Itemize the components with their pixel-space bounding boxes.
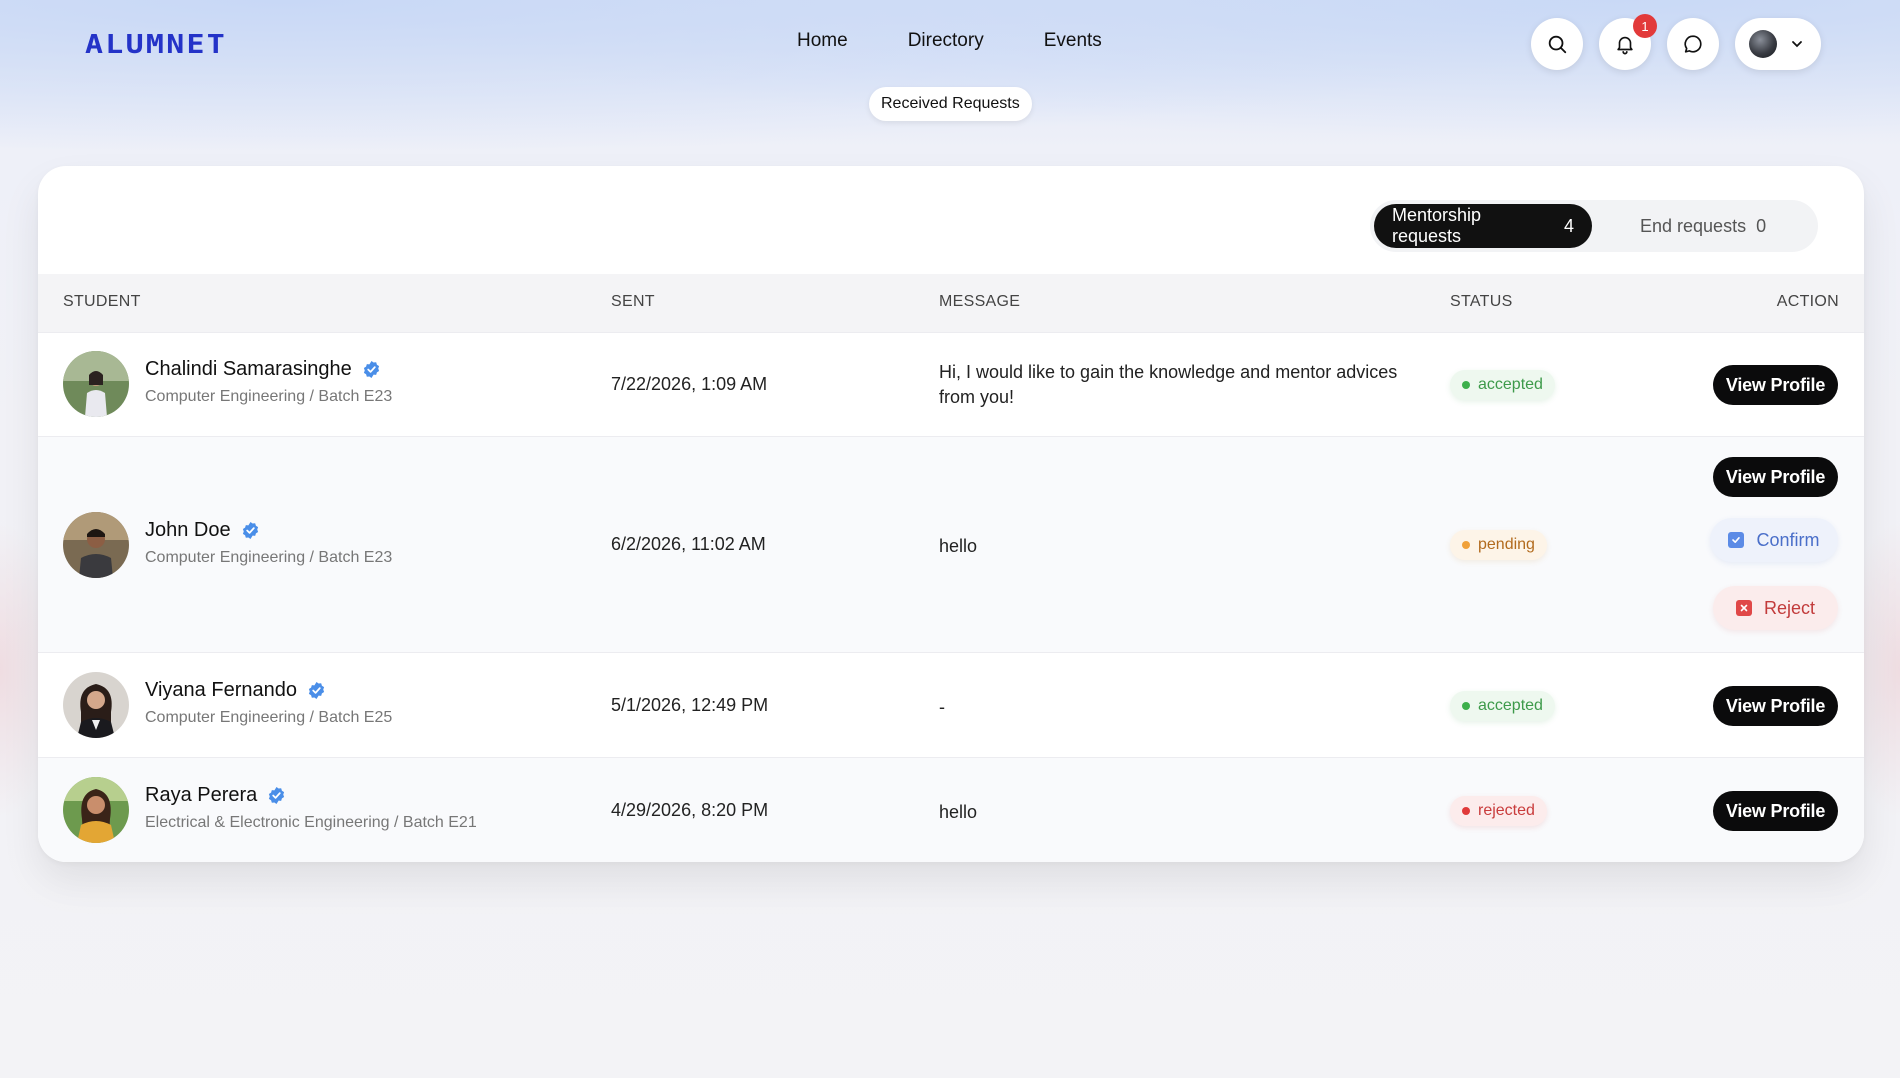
table-header: STUDENT SENT MESSAGE STATUS ACTION: [38, 274, 1864, 332]
tab-end-requests[interactable]: End requests 0: [1592, 204, 1766, 248]
request-message: Hi, I would like to gain the knowledge a…: [939, 362, 1398, 407]
view-profile-button[interactable]: View Profile: [1713, 686, 1838, 726]
verified-badge-icon: [269, 786, 285, 805]
main-nav: Home Directory Events: [797, 30, 1102, 52]
verified-badge-icon: [242, 521, 258, 540]
tab-mentorship-count: 4: [1563, 215, 1574, 236]
nav-home[interactable]: Home: [797, 30, 848, 52]
profile-menu-button[interactable]: [1735, 18, 1821, 70]
tab-mentorship-label: Mentorship requests: [1392, 205, 1482, 246]
search-button[interactable]: [1531, 18, 1583, 70]
header-action: ACTION: [1776, 293, 1839, 310]
search-icon: [1548, 35, 1567, 54]
status-dot: [1462, 381, 1470, 389]
status-dot: [1462, 541, 1470, 549]
top-header: ALUMNET Home Directory Events Received R…: [0, 0, 1900, 130]
request-type-toggle: Mentorship requests 4 End requests 0: [1370, 200, 1818, 252]
table-row: Raya Perera Electrical & Electronic Engi…: [38, 757, 1864, 862]
chevron-down-icon: [1792, 41, 1802, 48]
sent-date: 6/2/2026, 11:02 AM: [611, 534, 766, 554]
table-row: Chalindi Samarasinghe Computer Engineeri…: [38, 332, 1864, 436]
student-department: Computer Engineering / Batch E23: [145, 388, 393, 405]
header-student: STUDENT: [63, 293, 141, 310]
header-message: MESSAGE: [939, 293, 1021, 310]
student-avatar: [63, 777, 129, 843]
reject-button[interactable]: Reject: [1713, 586, 1838, 630]
student-department: Computer Engineering / Batch E25: [145, 709, 393, 726]
status-badge: rejected: [1450, 796, 1547, 826]
student-name[interactable]: John Doe: [145, 519, 260, 542]
tab-mentorship-requests[interactable]: Mentorship requests 4: [1374, 204, 1592, 248]
notification-badge: 1: [1633, 14, 1657, 38]
status-dot: [1462, 702, 1470, 710]
status-badge: pending: [1450, 530, 1547, 560]
sent-date: 5/1/2026, 12:49 PM: [611, 695, 769, 715]
alumnet-logo[interactable]: ALUMNET: [85, 30, 227, 60]
bell-icon: [1617, 36, 1633, 55]
received-requests-pill[interactable]: Received Requests: [869, 87, 1032, 121]
tab-end-label: End requests: [1640, 215, 1747, 236]
table-row: John Doe Computer Engineering / Batch E2…: [38, 436, 1864, 652]
status-dot: [1462, 807, 1470, 815]
status-badge: accepted: [1450, 691, 1555, 721]
request-message: -: [939, 697, 945, 717]
student-name[interactable]: Viyana Fernando: [145, 679, 326, 702]
requests-card: Mentorship requests 4 End requests 0 STU…: [38, 166, 1864, 862]
sent-date: 4/29/2026, 8:20 PM: [611, 800, 769, 820]
table-row: Viyana Fernando Computer Engineering / B…: [38, 652, 1864, 757]
student-avatar: [63, 672, 129, 738]
student-avatar: [63, 512, 129, 578]
student-avatar: [63, 351, 129, 417]
verified-badge-icon: [363, 360, 379, 379]
request-message: hello: [939, 536, 978, 556]
chat-icon: [1684, 35, 1702, 53]
student-name[interactable]: Raya Perera: [145, 784, 286, 807]
student-department: Electrical & Electronic Engineering / Ba…: [145, 814, 477, 831]
header-sent: SENT: [611, 293, 655, 310]
view-profile-button[interactable]: View Profile: [1713, 457, 1838, 497]
header-status: STATUS: [1450, 293, 1513, 310]
user-avatar: [1749, 30, 1777, 58]
view-profile-button[interactable]: View Profile: [1713, 365, 1838, 405]
verified-badge-icon: [308, 681, 325, 700]
close-box-icon: [1735, 600, 1752, 616]
sent-date: 7/22/2026, 1:09 AM: [611, 374, 768, 394]
student-name[interactable]: Chalindi Samarasinghe: [145, 358, 381, 381]
view-profile-button[interactable]: View Profile: [1713, 791, 1838, 831]
confirm-button[interactable]: Confirm: [1710, 518, 1838, 562]
messages-button[interactable]: [1667, 18, 1719, 70]
student-department: Computer Engineering / Batch E23: [145, 549, 393, 566]
request-message: hello: [939, 802, 978, 822]
tab-end-count: 0: [1756, 215, 1767, 236]
status-badge: accepted: [1450, 370, 1555, 400]
notifications-button[interactable]: 1: [1599, 14, 1657, 70]
nav-directory[interactable]: Directory: [908, 30, 984, 52]
nav-events[interactable]: Events: [1044, 30, 1102, 52]
check-box-icon: [1728, 532, 1745, 548]
